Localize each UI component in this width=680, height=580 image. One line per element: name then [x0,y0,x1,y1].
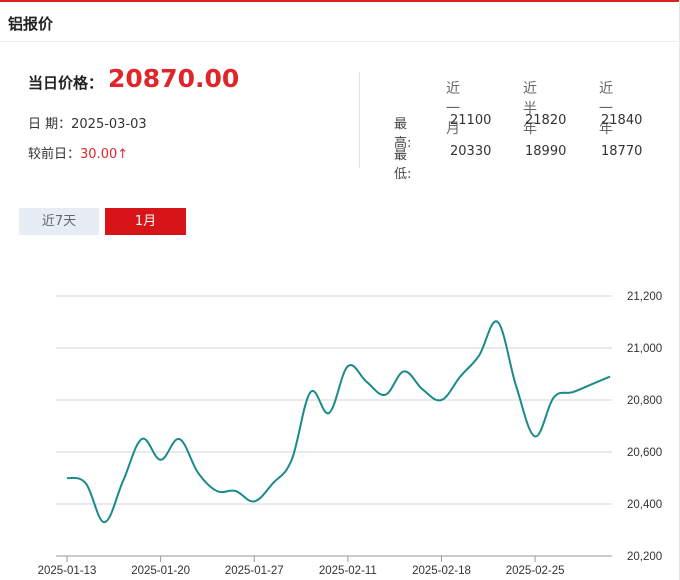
stats-low-halfyear: 18990 [525,144,567,159]
chart-x-axis [66,556,536,562]
chart-tick-labels: 20,200 20,400 20,600 20,800 21,000 21,200 2025… [38,291,663,577]
tab-7-days[interactable]: 近7天 [19,208,99,235]
y-tick-label: 20,200 [627,551,662,563]
panel-title: 铝报价 [8,15,54,33]
panel-header: 铝报价 [0,2,680,42]
stats-col-year: 近一年 [599,81,613,137]
current-price-value: 20870.00 [108,64,240,93]
stats-high-month: 21100 [450,113,492,128]
up-arrow-icon: ↑ [117,147,129,162]
stats-high-year: 21840 [601,113,643,128]
y-tick-label: 20,600 [627,447,662,459]
x-tick-label: 2025-02-11 [319,565,377,577]
stats-high-halfyear: 21820 [525,113,567,128]
x-tick-label: 2025-02-25 [506,565,565,577]
date-row: 日 期：2025-03-03 [28,113,147,132]
stats-low-month: 20330 [450,144,492,159]
date-value: 2025-03-03 [71,117,147,132]
chart-series [66,320,611,524]
y-tick-label: 20,400 [627,499,662,511]
stats-low-year: 18770 [601,144,643,159]
y-tick-label: 20,800 [627,395,662,407]
x-tick-label: 2025-02-18 [412,565,471,577]
date-label: 日 期： [28,117,72,132]
y-tick-label: 21,000 [627,343,662,355]
change-label: 较前日： [28,147,81,162]
x-tick-label: 2025-01-20 [131,565,190,577]
stats-col-halfyear: 近半年 [523,81,537,137]
price-series-line [66,320,611,524]
stats-row-low-label: 最低: [394,148,412,182]
tab-1-month[interactable]: 1月 [105,208,186,235]
x-tick-label: 2025-01-27 [225,565,284,577]
y-tick-label: 21,200 [627,291,662,303]
x-tick-label: 2025-01-13 [38,565,97,577]
vertical-divider [359,72,360,168]
change-value: 30.00 [80,147,118,162]
stats-col-month: 近一月 [446,81,460,137]
current-price-label: 当日价格： [28,74,104,92]
price-line-chart: 20,200 20,400 20,600 20,800 21,000 21,200 2025… [38,291,663,577]
change-row: 较前日：30.00↑ [28,143,128,162]
